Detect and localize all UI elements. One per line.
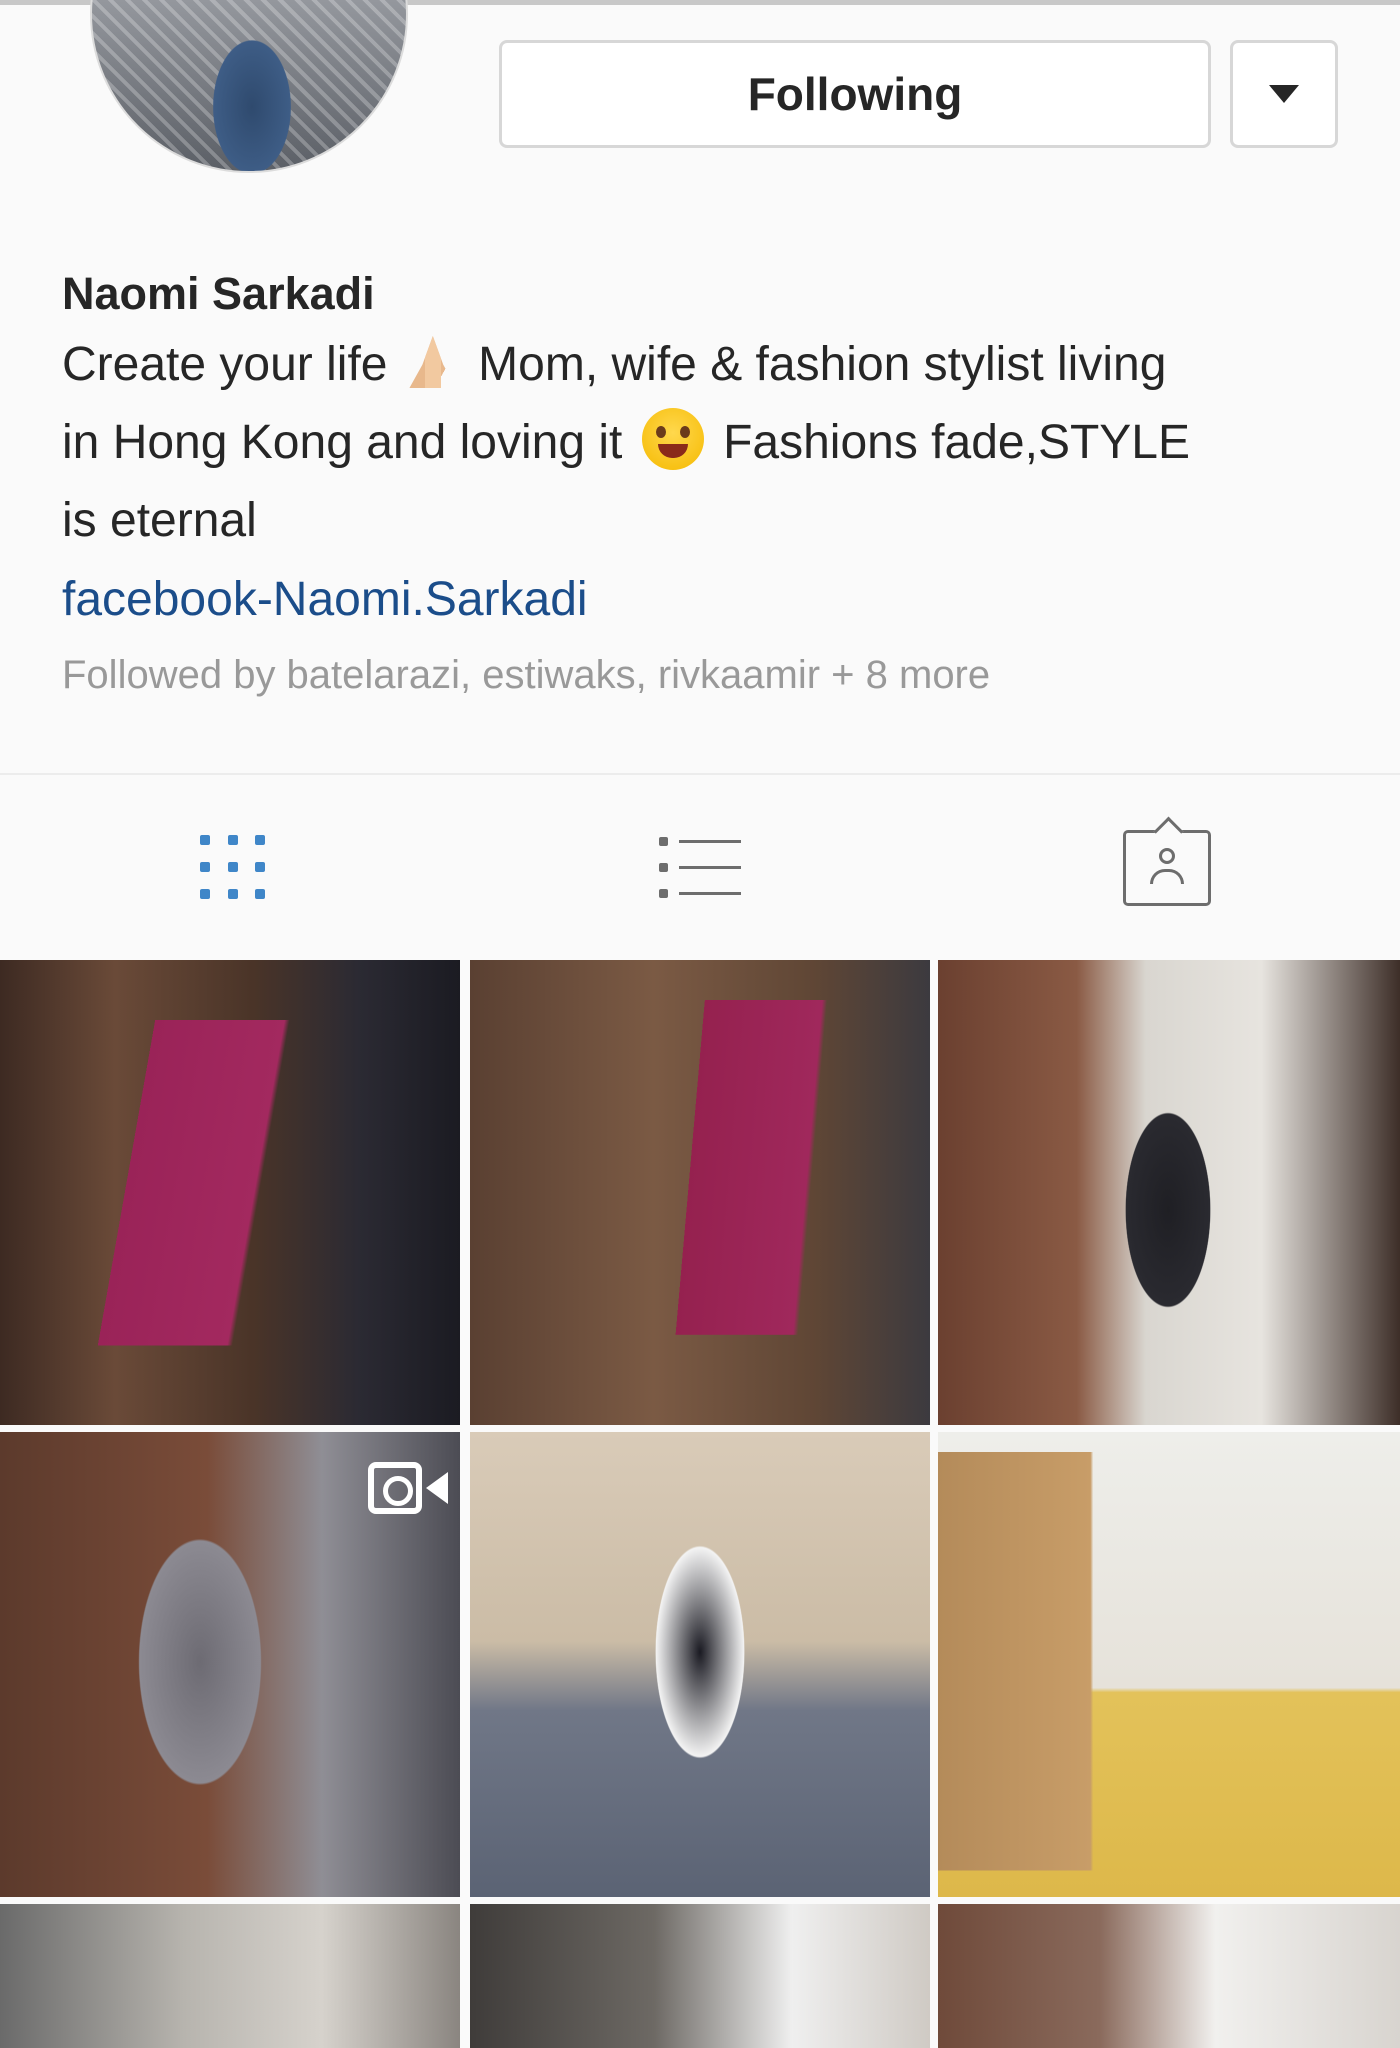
photo-tile[interactable]: [0, 1904, 460, 2048]
bio-line1-b: Mom, wife & fashion stylist living: [478, 338, 1167, 391]
following-button[interactable]: Following: [499, 40, 1211, 148]
photo-grid: [0, 960, 1400, 2048]
photo-tile[interactable]: [0, 1432, 460, 1897]
tab-tagged[interactable]: [933, 775, 1400, 960]
bio-line2-a: in Hong Kong and loving it: [62, 416, 623, 469]
profile-header: Following: [0, 0, 1400, 185]
video-camera-icon: [368, 1462, 448, 1514]
photo-tile[interactable]: [470, 1432, 930, 1897]
tab-list[interactable]: [467, 775, 934, 960]
bio-line3: is eternal: [62, 494, 257, 547]
profile-bio: Naomi Sarkadi Create your life Mom, wife…: [62, 262, 1352, 708]
profile-tabs: [0, 775, 1400, 960]
list-icon: [659, 833, 741, 903]
photo-tile[interactable]: [470, 960, 930, 1425]
bio-line1-a: Create your life: [62, 338, 388, 391]
photo-tile[interactable]: [470, 1904, 930, 2048]
folded-hands-emoji-icon: [409, 336, 457, 388]
profile-avatar[interactable]: [90, 0, 408, 173]
tab-grid[interactable]: [0, 775, 467, 960]
photo-tile[interactable]: [938, 1904, 1400, 2048]
profile-name: Naomi Sarkadi: [62, 268, 375, 319]
photo-tile[interactable]: [938, 1432, 1400, 1897]
photo-tile[interactable]: [938, 960, 1400, 1425]
photo-tile[interactable]: [0, 960, 460, 1425]
followed-by-text[interactable]: Followed by batelarazi, estiwaks, rivkaa…: [62, 642, 1352, 708]
suggestions-dropdown-button[interactable]: [1230, 40, 1338, 148]
heart-eyes-emoji-icon: [641, 408, 704, 470]
bio-text: Create your life Mom, wife & fashion sty…: [62, 326, 1352, 560]
tagged-user-icon: [1122, 829, 1211, 906]
grid-icon: [200, 834, 266, 901]
profile-link[interactable]: facebook-Naomi.Sarkadi: [62, 560, 1352, 640]
bio-line2-b: Fashions fade,STYLE: [723, 416, 1190, 469]
caret-down-icon: [1269, 85, 1299, 103]
